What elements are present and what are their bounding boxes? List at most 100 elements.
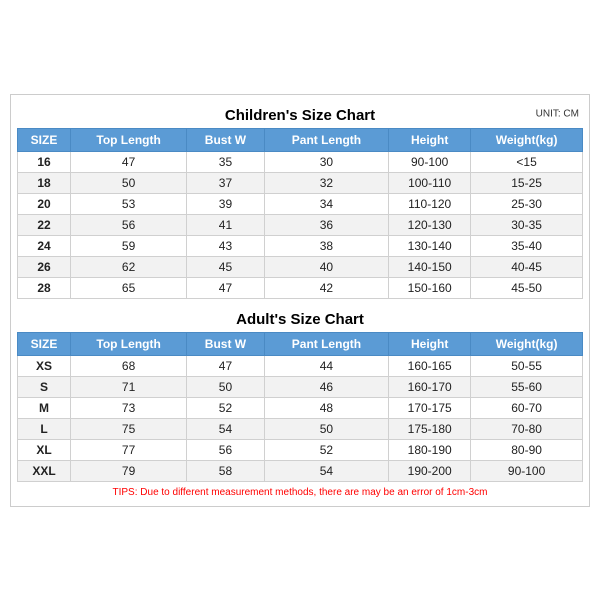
- children-cell: 110-120: [389, 193, 471, 214]
- adult-cell: 46: [264, 376, 388, 397]
- children-cell: 37: [187, 172, 265, 193]
- children-table-row: 18503732100-11015-25: [18, 172, 583, 193]
- children-cell: 28: [18, 277, 71, 298]
- col-height: Height: [389, 128, 471, 151]
- children-title-text: Children's Size Chart: [225, 107, 375, 124]
- adult-cell: 44: [264, 355, 388, 376]
- children-cell: 130-140: [389, 235, 471, 256]
- adult-table-row: XL775652180-19080-90: [18, 439, 583, 460]
- children-cell: 50: [71, 172, 187, 193]
- adult-cell: 55-60: [471, 376, 583, 397]
- children-cell: 47: [187, 277, 265, 298]
- children-cell: 36: [264, 214, 388, 235]
- adult-cell: 50-55: [471, 355, 583, 376]
- children-cell: 38: [264, 235, 388, 256]
- adult-section-title: Adult's Size Chart: [17, 305, 583, 332]
- children-cell: 26: [18, 256, 71, 277]
- children-cell: 15-25: [471, 172, 583, 193]
- adult-cell: 70-80: [471, 418, 583, 439]
- children-table-row: 24594338130-14035-40: [18, 235, 583, 256]
- children-section-title: Children's Size Chart UNIT: CM: [17, 101, 583, 128]
- adult-cell: 175-180: [389, 418, 471, 439]
- children-cell: 59: [71, 235, 187, 256]
- adult-cell: 80-90: [471, 439, 583, 460]
- adult-cell: 90-100: [471, 460, 583, 481]
- adult-col-bust-w: Bust W: [187, 332, 265, 355]
- col-size: SIZE: [18, 128, 71, 151]
- children-table-row: 20533934110-12025-30: [18, 193, 583, 214]
- children-cell: 47: [71, 151, 187, 172]
- adult-cell: XL: [18, 439, 71, 460]
- adult-cell: 170-175: [389, 397, 471, 418]
- children-cell: 43: [187, 235, 265, 256]
- adult-col-pant-length: Pant Length: [264, 332, 388, 355]
- adult-cell: XS: [18, 355, 71, 376]
- children-cell: 22: [18, 214, 71, 235]
- children-cell: <15: [471, 151, 583, 172]
- children-cell: 150-160: [389, 277, 471, 298]
- adult-col-weight: Weight(kg): [471, 332, 583, 355]
- children-cell: 62: [71, 256, 187, 277]
- children-cell: 18: [18, 172, 71, 193]
- children-cell: 35: [187, 151, 265, 172]
- children-cell: 16: [18, 151, 71, 172]
- children-cell: 20: [18, 193, 71, 214]
- adult-cell: 52: [187, 397, 265, 418]
- adult-cell: 71: [71, 376, 187, 397]
- children-cell: 40: [264, 256, 388, 277]
- children-cell: 56: [71, 214, 187, 235]
- adult-cell: 56: [187, 439, 265, 460]
- adult-cell: 68: [71, 355, 187, 376]
- children-cell: 100-110: [389, 172, 471, 193]
- unit-label: UNIT: CM: [536, 109, 579, 120]
- children-size-table: SIZE Top Length Bust W Pant Length Heigh…: [17, 128, 583, 299]
- adult-size-table: SIZE Top Length Bust W Pant Length Heigh…: [17, 332, 583, 482]
- col-bust-w: Bust W: [187, 128, 265, 151]
- children-cell: 34: [264, 193, 388, 214]
- adult-cell: M: [18, 397, 71, 418]
- col-pant-length: Pant Length: [264, 128, 388, 151]
- adult-cell: 190-200: [389, 460, 471, 481]
- children-table-row: 1647353090-100<15: [18, 151, 583, 172]
- col-weight: Weight(kg): [471, 128, 583, 151]
- adult-cell: XXL: [18, 460, 71, 481]
- adult-table-row: XXL795854190-20090-100: [18, 460, 583, 481]
- adult-cell: 50: [264, 418, 388, 439]
- adult-cell: 77: [71, 439, 187, 460]
- children-cell: 35-40: [471, 235, 583, 256]
- children-cell: 41: [187, 214, 265, 235]
- children-header-row: SIZE Top Length Bust W Pant Length Heigh…: [18, 128, 583, 151]
- adult-cell: 48: [264, 397, 388, 418]
- children-table-row: 28654742150-16045-50: [18, 277, 583, 298]
- children-cell: 45-50: [471, 277, 583, 298]
- children-cell: 53: [71, 193, 187, 214]
- adult-cell: 60-70: [471, 397, 583, 418]
- children-cell: 40-45: [471, 256, 583, 277]
- size-chart-container: Children's Size Chart UNIT: CM SIZE Top …: [10, 94, 590, 507]
- adult-table-row: L755450175-18070-80: [18, 418, 583, 439]
- adult-cell: 58: [187, 460, 265, 481]
- adult-table-row: M735248170-17560-70: [18, 397, 583, 418]
- adult-cell: 54: [264, 460, 388, 481]
- adult-cell: 79: [71, 460, 187, 481]
- adult-cell: 54: [187, 418, 265, 439]
- children-cell: 39: [187, 193, 265, 214]
- children-cell: 140-150: [389, 256, 471, 277]
- adult-cell: 47: [187, 355, 265, 376]
- adult-col-size: SIZE: [18, 332, 71, 355]
- adult-col-height: Height: [389, 332, 471, 355]
- adult-header-row: SIZE Top Length Bust W Pant Length Heigh…: [18, 332, 583, 355]
- children-cell: 42: [264, 277, 388, 298]
- children-cell: 90-100: [389, 151, 471, 172]
- adult-cell: 52: [264, 439, 388, 460]
- children-table-row: 22564136120-13030-35: [18, 214, 583, 235]
- adult-cell: 50: [187, 376, 265, 397]
- children-cell: 65: [71, 277, 187, 298]
- adult-table-row: S715046160-17055-60: [18, 376, 583, 397]
- adult-cell: L: [18, 418, 71, 439]
- children-table-row: 26624540140-15040-45: [18, 256, 583, 277]
- children-cell: 120-130: [389, 214, 471, 235]
- children-cell: 24: [18, 235, 71, 256]
- adult-cell: S: [18, 376, 71, 397]
- children-cell: 25-30: [471, 193, 583, 214]
